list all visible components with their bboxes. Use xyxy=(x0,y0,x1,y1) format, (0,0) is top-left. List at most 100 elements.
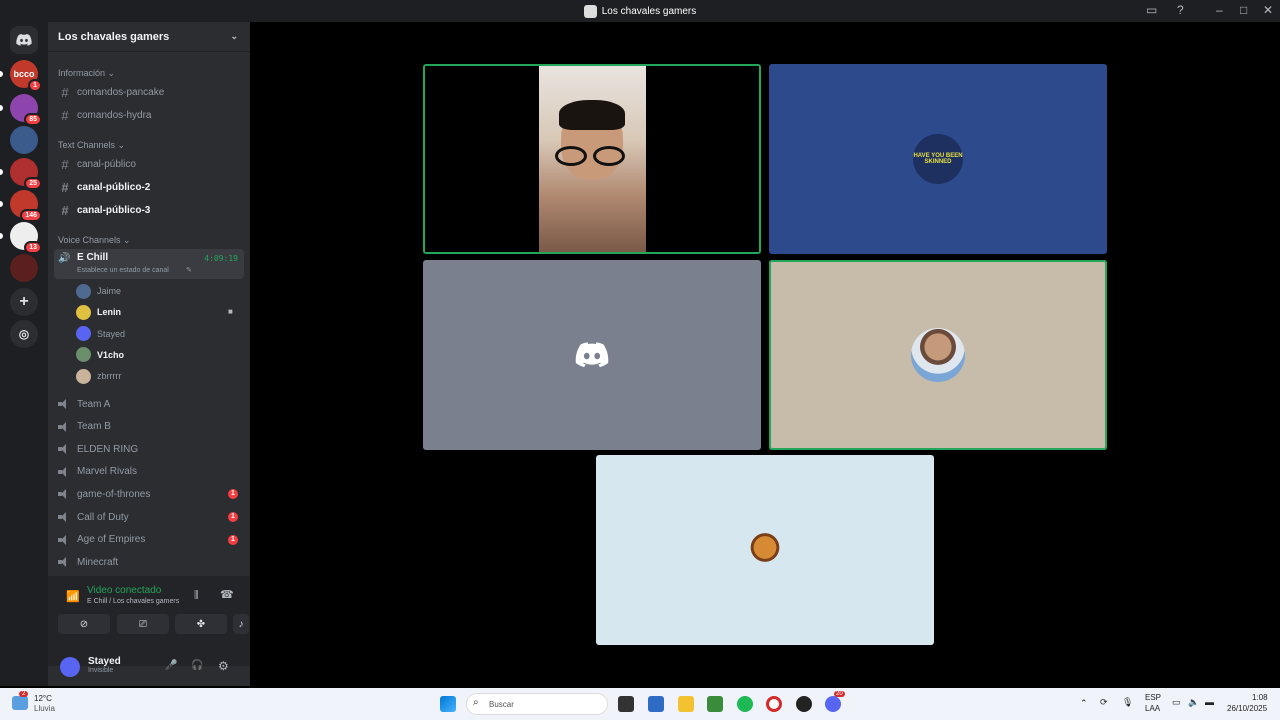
text-channel-item[interactable]: # comandos-hydra xyxy=(58,105,244,125)
channel-status-text[interactable]: Establece un estado de canal xyxy=(77,267,169,274)
voice-channel-item[interactable]: Age of Empires 1 xyxy=(58,530,244,550)
voice-channel-item[interactable]: Team A xyxy=(58,394,244,414)
avatar xyxy=(911,328,965,382)
task-view-icon[interactable] xyxy=(618,696,634,712)
unread-pip xyxy=(0,71,3,77)
mention-badge: 1 xyxy=(228,489,238,500)
gear-icon[interactable]: ⚙ xyxy=(218,659,229,673)
maximize-icon[interactable]: □ xyxy=(1240,3,1247,17)
clock-date[interactable]: 26/10/2025 xyxy=(1227,704,1267,713)
text-channel-item[interactable]: # canal-público-3 xyxy=(58,200,244,220)
category-voice[interactable]: Voice Channels ⌄ xyxy=(58,235,131,246)
lang-primary[interactable]: ESP xyxy=(1145,693,1161,702)
voice-user-item[interactable]: Lenin xyxy=(76,303,121,321)
discord-taskbar-icon[interactable] xyxy=(825,696,841,712)
mention-badge: 1 xyxy=(228,534,238,545)
skull-server[interactable] xyxy=(10,254,38,282)
toggle-camera-button[interactable]: ⊘ xyxy=(58,614,110,634)
headphones-icon[interactable]: 🎧 xyxy=(191,660,203,671)
hash-icon: # xyxy=(61,107,69,123)
lang-secondary[interactable]: LAA xyxy=(1145,704,1160,713)
file-explorer-icon[interactable] xyxy=(678,696,694,712)
activities-button[interactable]: ✤ xyxy=(175,614,227,634)
windows-taskbar: 2 12°C Lluvia ⌕ Buscar 20 ⌃ ⟳ 🎙 ESP LAA … xyxy=(0,688,1280,720)
speaker-icon xyxy=(58,421,70,432)
voice-user-item[interactable]: Stayed xyxy=(76,325,125,343)
voice-channel-name: E Chill xyxy=(77,252,109,263)
voice-channel-item[interactable]: Team B xyxy=(58,417,244,437)
window-title: Los chavales gamers xyxy=(601,5,697,17)
avatar[interactable] xyxy=(60,657,80,677)
voice-user-item[interactable]: zbrrrrr xyxy=(76,367,122,385)
video-tile-user-5[interactable] xyxy=(596,455,934,645)
voice-user-item[interactable]: V1cho xyxy=(76,346,124,364)
channel-label: Marvel Rivals xyxy=(77,466,138,478)
search-placeholder: Buscar xyxy=(489,700,514,709)
video-tile-user-4[interactable] xyxy=(769,260,1107,450)
channel-label: canal-público-2 xyxy=(77,181,151,193)
spotify-icon[interactable] xyxy=(737,696,753,712)
voice-channel-item[interactable]: Marvel Rivals xyxy=(58,462,244,482)
user-name: zbrrrrr xyxy=(97,371,122,382)
guild-header[interactable]: Los chavales gamers ⌄ xyxy=(48,22,250,52)
category-info[interactable]: Información ⌄ xyxy=(58,68,115,79)
text-channel-item[interactable]: # canal-público-2 xyxy=(58,177,244,197)
clock-time[interactable]: 1:08 xyxy=(1252,693,1268,702)
battery-icon[interactable]: ▬ xyxy=(1205,697,1214,707)
search-icon: ⌕ xyxy=(473,697,479,708)
green-server[interactable]: 13 xyxy=(10,222,42,254)
disconnect-icon[interactable]: ☎ xyxy=(220,588,234,601)
bcco-server[interactable]: bcco 1 xyxy=(10,60,42,92)
discord-home-button[interactable] xyxy=(10,26,38,54)
category-text[interactable]: Text Channels ⌄ xyxy=(58,140,125,151)
help-icon[interactable]: ? xyxy=(1177,3,1184,17)
metal-server[interactable]: 25 xyxy=(10,158,42,190)
windows-start-icon[interactable] xyxy=(440,696,456,712)
sync-icon[interactable]: ⟳ xyxy=(1100,697,1108,708)
channel-label: Age of Empires xyxy=(77,534,146,546)
glasses-left xyxy=(554,146,587,166)
video-tile-user-3[interactable] xyxy=(423,260,761,450)
soundboard-icon: ♪ xyxy=(238,618,244,630)
video-tile-camera[interactable] xyxy=(423,64,761,254)
call-timer: 4:09:19 xyxy=(204,254,238,263)
pencil-icon[interactable]: ✎ xyxy=(186,266,192,274)
active-voice-channel[interactable]: 🔊 E Chill 4:09:19 Establece un estado de… xyxy=(54,249,244,279)
weather-icon[interactable] xyxy=(12,696,28,710)
discord-logo-icon xyxy=(575,342,609,368)
pancake-server[interactable]: 85 xyxy=(10,94,42,126)
share-screen-button[interactable]: ⎚ xyxy=(117,614,169,634)
inbox-icon[interactable]: ▭ xyxy=(1146,3,1157,17)
minimize-icon[interactable]: – xyxy=(1216,3,1223,17)
microphone-icon[interactable]: 🎤 xyxy=(165,660,177,671)
microphone-icon[interactable]: 🎙 xyxy=(1122,697,1133,708)
store-icon[interactable] xyxy=(648,696,664,712)
unread-badge: 146 xyxy=(20,209,42,222)
red-server[interactable]: 146 xyxy=(10,190,42,222)
channel-label: comandos-pancake xyxy=(77,86,165,98)
minecraft-icon[interactable] xyxy=(707,696,723,712)
noise-suppression-icon[interactable]: ⫼ xyxy=(194,590,199,601)
video-tile-user-2[interactable]: HAVE YOU BEEN SKINNED xyxy=(769,64,1107,254)
signal-icon[interactable]: 📶 xyxy=(66,590,80,603)
voice-status-sub[interactable]: E Chill / Los chavales gamers xyxy=(87,598,179,605)
opera-icon[interactable] xyxy=(766,696,782,712)
voice-channel-item[interactable]: game-of-thrones 1 xyxy=(58,484,244,504)
hydra-server[interactable] xyxy=(10,126,38,154)
voice-channel-item[interactable]: Call of Duty 1 xyxy=(58,507,244,527)
add-server-button[interactable]: + xyxy=(10,288,38,316)
text-channel-item[interactable]: # comandos-pancake xyxy=(58,82,244,102)
user-name: Lenin xyxy=(97,307,121,318)
app-icon[interactable] xyxy=(796,696,812,712)
display-icon[interactable]: ▭ xyxy=(1172,697,1181,708)
soundboard-button[interactable]: ♪ xyxy=(233,614,249,634)
volume-icon[interactable]: 🔈 xyxy=(1188,697,1199,708)
voice-channel-item[interactable]: Minecraft xyxy=(58,552,244,572)
chevron-up-icon[interactable]: ⌃ xyxy=(1080,698,1088,709)
text-channel-item[interactable]: # canal-público xyxy=(58,154,244,174)
discover-button[interactable]: ◎ xyxy=(10,320,38,348)
search-box[interactable]: ⌕ Buscar xyxy=(466,693,608,715)
close-icon[interactable]: ✕ xyxy=(1263,3,1273,17)
voice-user-item[interactable]: Jaime xyxy=(76,282,121,300)
voice-channel-item[interactable]: ELDEN RING xyxy=(58,439,244,459)
